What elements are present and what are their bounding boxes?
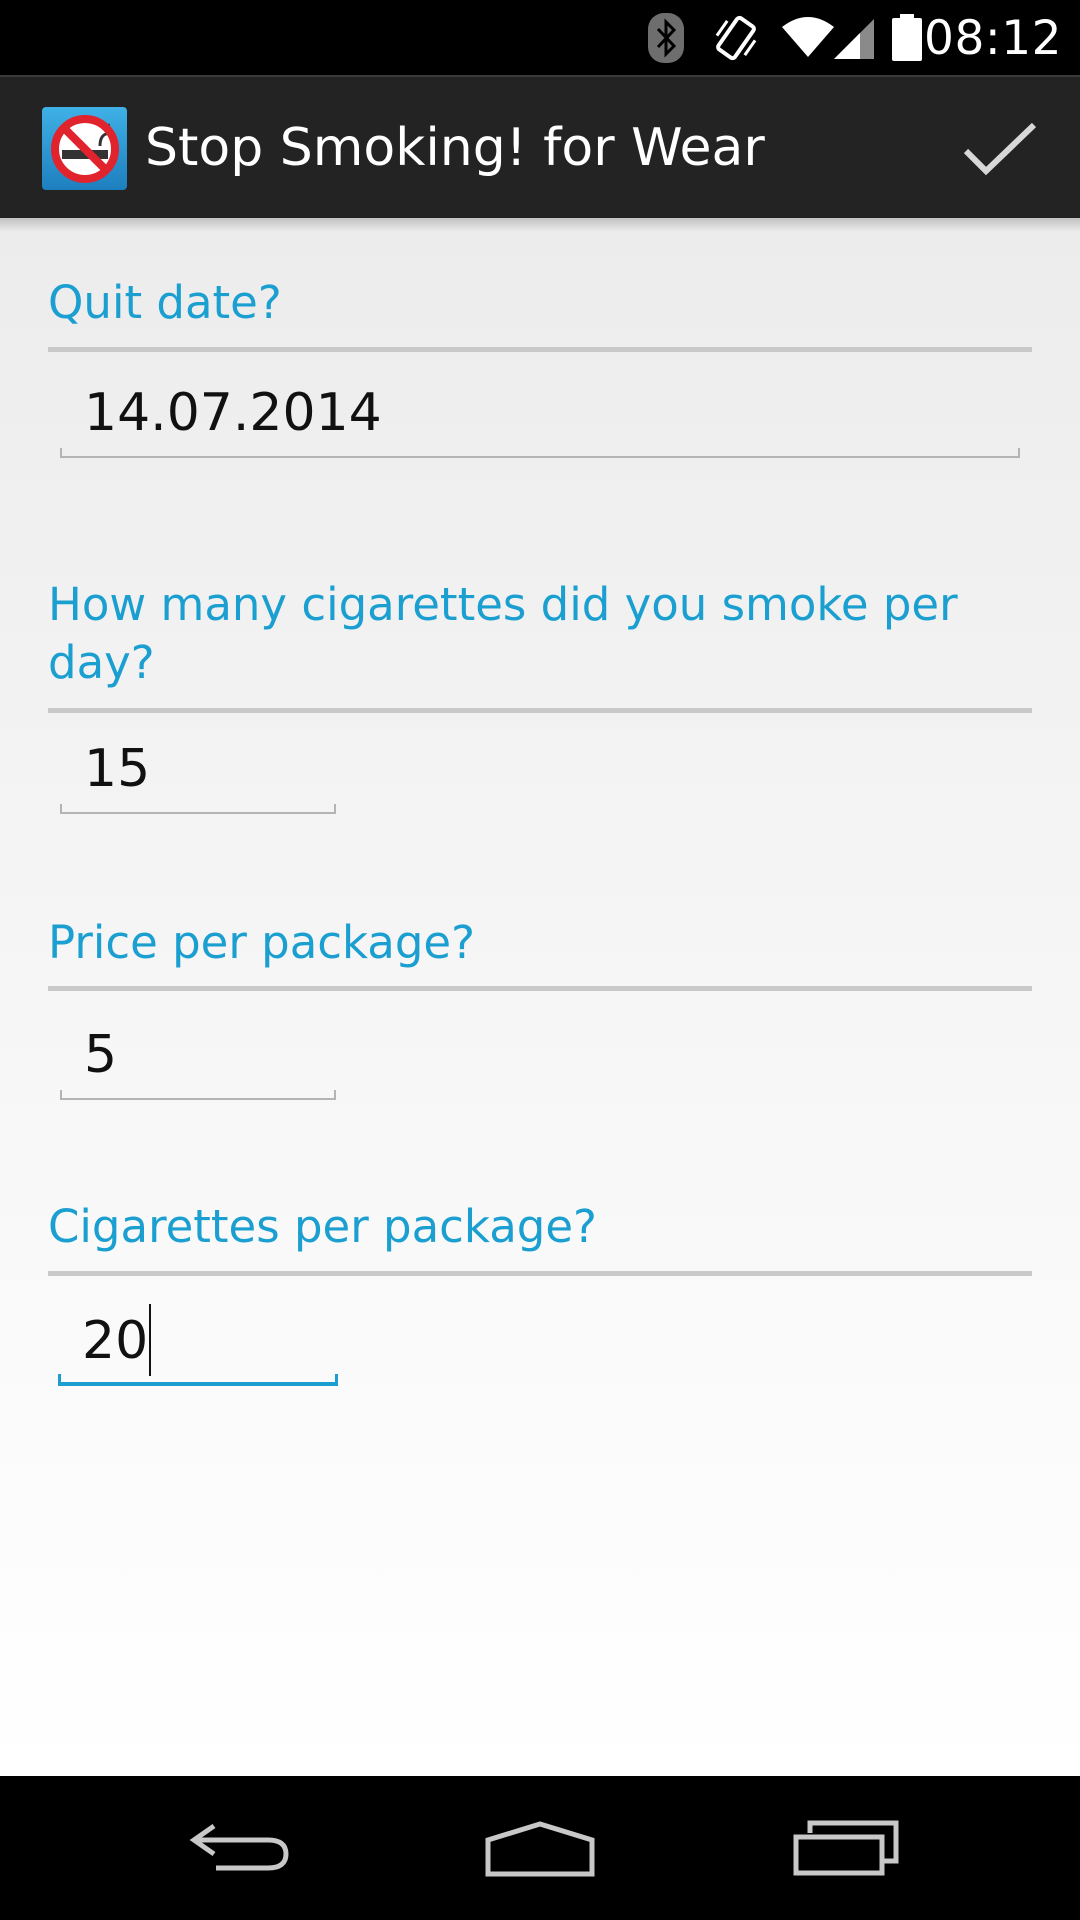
quit-date-value: 14.07.2014 [84,383,382,443]
navigation-bar [0,1776,1080,1920]
recent-apps-button[interactable] [756,1776,936,1920]
field-underline [60,448,1020,458]
wifi-icon [780,0,836,75]
cigarettes-per-package-value: 20 [82,1311,149,1371]
field-underline-focused [58,1374,338,1386]
price-per-package-value: 5 [84,1025,118,1085]
no-smoking-icon [42,107,127,190]
cigarettes-per-day-field[interactable]: 15 [60,724,336,814]
text-cursor [149,1304,152,1376]
section-divider [48,708,1032,713]
section-divider [48,1271,1032,1276]
cigarettes-per-package-field[interactable]: 20 [58,1296,338,1386]
back-button[interactable] [150,1776,330,1920]
checkmark-icon [963,122,1037,176]
home-icon [485,1821,595,1877]
price-per-package-field[interactable]: 5 [60,1010,336,1100]
back-icon [189,1823,289,1871]
settings-form: Quit date? 14.07.2014 How many cigarette… [0,218,1080,1776]
status-bar: 08:12 [0,0,1080,75]
quit-date-label: Quit date? [48,276,282,329]
bluetooth-icon [648,0,684,75]
battery-icon [890,0,924,75]
vibrate-icon [712,0,760,75]
quit-date-field[interactable]: 14.07.2014 [60,368,1020,458]
field-underline [60,804,336,814]
action-bar: Stop Smoking! for Wear [0,75,1080,218]
recent-apps-icon [793,1820,899,1876]
cigarettes-per-package-label: Cigarettes per package? [48,1200,597,1253]
signal-icon [832,0,876,75]
done-button[interactable] [950,99,1050,199]
field-underline [60,1090,336,1100]
price-per-package-label: Price per package? [48,916,475,969]
action-bar-shadow [0,218,1080,232]
status-time: 08:12 [924,11,1062,66]
app-title: Stop Smoking! for Wear [145,118,765,178]
cigarettes-per-day-label: How many cigarettes did you smoke per da… [48,578,958,689]
home-button[interactable] [450,1776,630,1920]
cigarettes-per-day-value: 15 [84,739,151,799]
section-divider [48,986,1032,991]
section-divider [48,347,1032,352]
